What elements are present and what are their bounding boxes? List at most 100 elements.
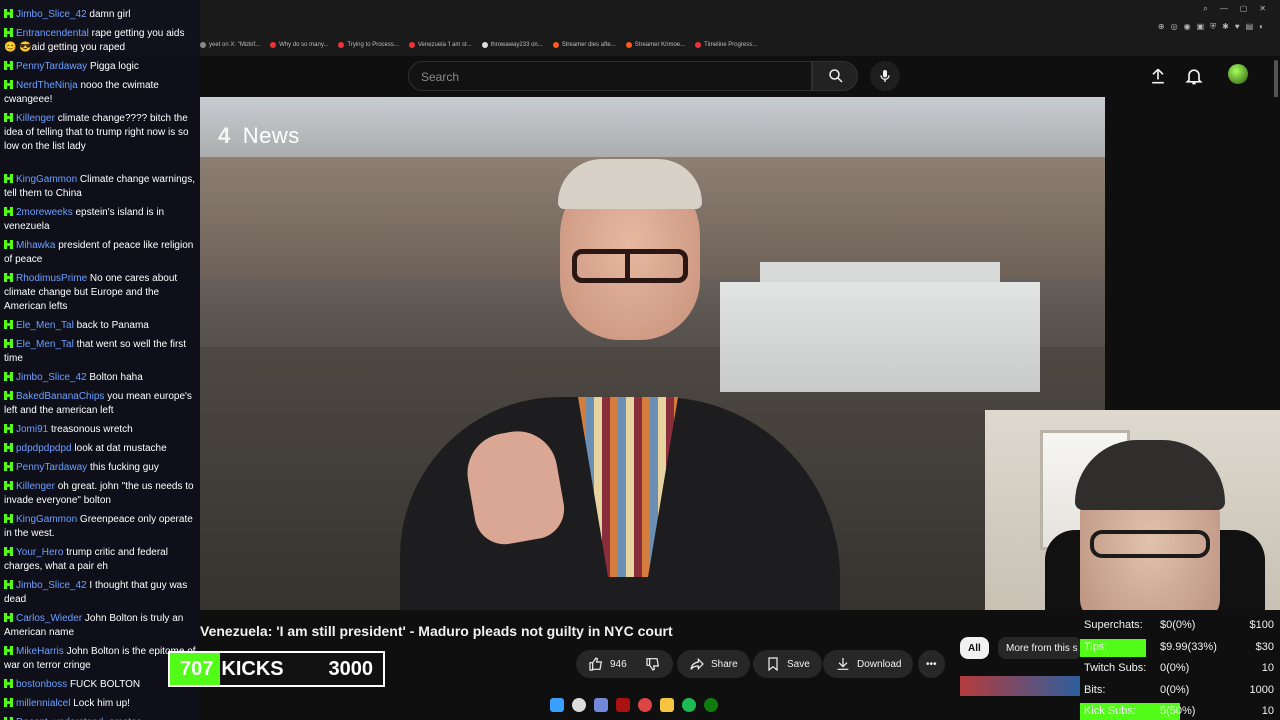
chat-username[interactable]: pdpdpdpdpd [16, 443, 72, 454]
bookmark-item[interactable]: Trying to Process... [338, 36, 399, 54]
chat-username[interactable]: Entrancendental [16, 28, 89, 39]
chat-username[interactable]: KingGammon [16, 174, 77, 185]
chat-username[interactable]: 2moreweeks [16, 207, 73, 218]
heart-icon[interactable]: ♥ [1235, 22, 1240, 32]
like-button[interactable]: 946 [576, 650, 673, 678]
chat-username[interactable]: Killenger [16, 481, 55, 492]
chat-username[interactable]: millennialcel [16, 698, 70, 709]
zoom-icon[interactable]: ⊕ [1158, 22, 1165, 32]
chat-message: Doesnt_understand_emotes [4, 716, 196, 720]
voice-search-button[interactable] [870, 61, 900, 91]
chat-username[interactable]: Jomi91 [16, 424, 48, 435]
chat-username[interactable]: Ele_Men_Tal [16, 320, 74, 331]
bookmark-item[interactable]: Why do so many... [270, 36, 328, 54]
chat-text: damn girl [89, 9, 131, 20]
kick-badge-icon [4, 443, 13, 452]
chat-username[interactable]: RhodimusPrime [16, 273, 87, 284]
related-video-thumbnail[interactable] [960, 676, 1080, 696]
windows-start-icon[interactable] [550, 698, 564, 712]
bookmark-item[interactable]: throwaway233 on... [481, 36, 543, 54]
streamer-glasses [1090, 530, 1210, 558]
folder-icon[interactable] [660, 698, 674, 712]
kick-badge-icon [4, 391, 13, 400]
avatar[interactable] [1228, 64, 1248, 84]
extension-icon[interactable]: ▤ [1246, 22, 1254, 32]
search-input[interactable]: Search [408, 61, 812, 91]
chat-username[interactable]: Jimbo_Slice_42 [16, 9, 87, 20]
chat-username[interactable]: PennyTardaway [16, 462, 87, 473]
extension-icon[interactable]: ◉ [1184, 22, 1191, 32]
chat-username[interactable]: NerdTheNinja [16, 80, 78, 91]
bookmark-item[interactable]: Timeline Progress... [695, 36, 757, 54]
extension-icon[interactable]: ▣ [1197, 22, 1205, 32]
chat-message: RhodimusPrime No one cares about climate… [4, 272, 196, 314]
search-icon[interactable] [572, 698, 586, 712]
bookmark-item[interactable]: yeet on X: "Mizkif... [200, 36, 260, 54]
microphone-icon [880, 70, 890, 82]
chat-username[interactable]: Jimbo_Slice_42 [16, 580, 87, 591]
kick-badge-icon [4, 547, 13, 556]
more-actions-button[interactable]: ••• [918, 650, 945, 678]
chat-username[interactable]: Killenger [16, 113, 55, 124]
bookmark-item[interactable]: Venezuela 'I am st... [408, 36, 472, 54]
shield-icon[interactable]: ⛨ [1210, 22, 1216, 32]
chat-text: Bolton haha [89, 372, 143, 383]
maximize-icon[interactable]: ▢ [1240, 4, 1248, 14]
chat-username[interactable]: BakedBananaChips [16, 391, 104, 402]
x-favicon-icon [481, 42, 488, 48]
extension-icon[interactable]: ◎ [1171, 22, 1178, 32]
chat-username[interactable]: bostonboss [16, 679, 67, 690]
stream-screen: ⌕ — ▢ ✕ yeet on X: "Mizkif... Why do so … [0, 0, 1280, 720]
download-icon [837, 658, 849, 670]
chrome-icon[interactable] [638, 698, 652, 712]
chat-username[interactable]: PennyTardaway [16, 61, 87, 72]
bookmark-item[interactable]: Streamer dies afte... [552, 36, 616, 54]
chat-username[interactable]: KingGammon [16, 514, 77, 525]
kick-badge-icon [4, 207, 13, 216]
chat-username[interactable]: MikeHarris [16, 646, 64, 657]
kick-badge-icon [4, 80, 13, 89]
chat-message: Killenger oh great. john "the us needs t… [4, 480, 196, 508]
kick-badge-icon [4, 698, 13, 707]
bookmark-item[interactable]: Streamer Krimoe... [625, 36, 685, 54]
chip-more-from-channel[interactable]: More from this s [998, 637, 1082, 659]
save-button[interactable]: Save [753, 650, 822, 678]
video-player[interactable]: 4 News [200, 97, 1105, 610]
chat-username[interactable]: Jimbo_Slice_42 [16, 372, 87, 383]
upload-icon[interactable] [1148, 66, 1168, 86]
chat-message: KingGammon Greenpeace only operate in th… [4, 513, 196, 541]
kick-badge-icon [4, 174, 13, 183]
discord-icon[interactable] [594, 698, 608, 712]
kick-badge-icon [4, 113, 13, 122]
chat-text: Lock him up! [73, 698, 130, 709]
chat-username[interactable]: Mihawka [16, 240, 55, 251]
extension-icon[interactable]: ◐ [1259, 22, 1264, 32]
app-icon[interactable] [616, 698, 630, 712]
spotify-icon[interactable] [682, 698, 696, 712]
chat-message: Carlos_Wieder John Bolton is truly an Am… [4, 612, 196, 640]
stat-goal: $30 [1255, 640, 1274, 653]
chat-username[interactable]: Ele_Men_Tal [16, 339, 74, 350]
chat-text: this fucking guy [89, 462, 159, 473]
kick-badge-icon [4, 481, 13, 490]
download-button[interactable]: Download [823, 650, 914, 678]
logo-text: News [242, 123, 300, 148]
more-icon: ••• [926, 658, 937, 670]
kicks-label: KICKS [221, 657, 284, 680]
chat-username[interactable]: Your_Hero [16, 547, 63, 558]
chat-username[interactable]: Carlos_Wieder [16, 613, 82, 624]
download-label: Download [857, 658, 902, 670]
thumbs-down-icon[interactable] [645, 656, 661, 672]
extension-icon[interactable]: ✱ [1222, 22, 1229, 32]
search-icon[interactable]: ⌕ [1203, 4, 1207, 14]
share-button[interactable]: Share [677, 650, 750, 678]
chip-all[interactable]: All [960, 637, 989, 659]
kick-badge-icon [4, 28, 13, 37]
kick-badge-icon [4, 580, 13, 589]
minimize-icon[interactable]: — [1220, 4, 1228, 14]
bell-icon[interactable] [1184, 66, 1204, 86]
xbox-icon[interactable] [704, 698, 718, 712]
search-button[interactable] [812, 61, 858, 91]
kick-badge-icon [4, 424, 13, 433]
close-icon[interactable]: ✕ [1259, 4, 1266, 14]
